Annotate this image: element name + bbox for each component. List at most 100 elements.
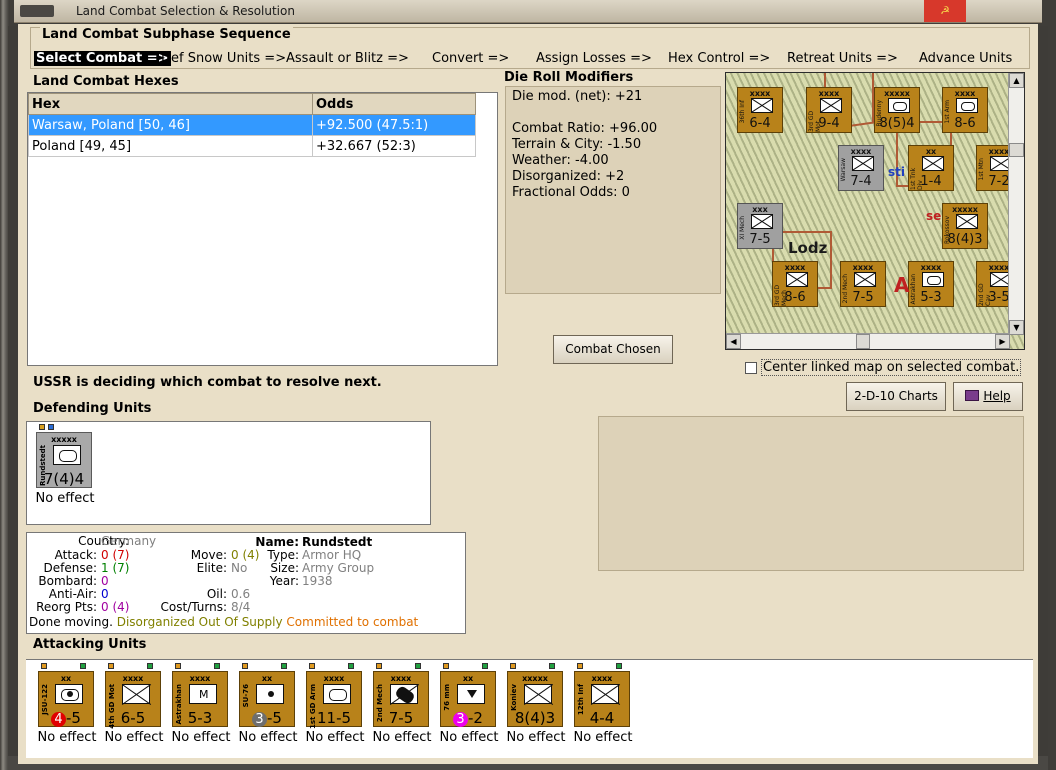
unit-effect: No effect — [238, 730, 298, 745]
phase-select-combat: Select Combat => — [34, 51, 171, 66]
map-counter[interactable]: xxxx 1st Arm 8-6 — [942, 87, 988, 133]
infantry-icon — [786, 272, 808, 287]
unit-size: xxxx — [390, 674, 412, 683]
counter-size: xxxx — [749, 89, 771, 98]
phase-sequence-title: Land Combat Subphase Sequence — [40, 27, 293, 42]
unit-effect: No effect — [372, 730, 432, 745]
unit-effect: No effect — [171, 730, 231, 745]
infantry-icon — [820, 98, 842, 113]
unit-strength: 8(4)3 — [514, 709, 556, 727]
map-vertical-scrollbar[interactable]: ▲ ▼ — [1008, 73, 1024, 335]
unit-size: xxxxx — [522, 674, 548, 683]
status-pip — [41, 663, 47, 669]
unit-counter[interactable]: xxxx 12th Inf 4-4 — [574, 671, 630, 727]
hexes-table[interactable]: Hex Odds Warsaw, Poland [50, 46] +92.500… — [27, 92, 498, 366]
counter-value: 6-4 — [749, 116, 771, 131]
unit-size: xxxx — [591, 674, 613, 683]
die-roll-spacer — [512, 105, 714, 121]
map-counter[interactable]: xxx XI Mech 7-5 — [737, 203, 783, 249]
scroll-up-icon[interactable]: ▲ — [1009, 73, 1024, 88]
window-menu-icon[interactable] — [20, 5, 54, 17]
counter-value: 9-4 — [818, 116, 840, 131]
scroll-left-icon[interactable]: ◀ — [726, 334, 741, 349]
combat-chosen-button[interactable]: Combat Chosen — [553, 335, 673, 364]
map-counter[interactable]: xxxx 36th Inf 6-4 — [737, 87, 783, 133]
die-roll-modifiers-panel: Die mod. (net): +21 Combat Ratio: +96.00… — [505, 86, 721, 294]
map-counter[interactable]: xxxxx Rokossov 8(4)3 — [942, 203, 988, 249]
year-label: Year: — [269, 574, 299, 588]
status-pip — [281, 663, 287, 669]
status-pip — [80, 663, 86, 669]
hex-cell[interactable]: Poland [49, 45] — [28, 135, 313, 157]
counter-value: 7-5 — [749, 232, 771, 247]
unit-size: xx — [462, 674, 474, 683]
status-pip — [39, 424, 45, 430]
combat-result-panel — [598, 416, 1024, 571]
map-counter[interactable]: xxxx Warsaw 7-4 — [838, 145, 884, 191]
town-label: Lodz — [788, 239, 828, 257]
counter-value: 8-6 — [784, 290, 806, 305]
linked-map[interactable]: xxxx 36th Inf 6-4 xxxx 3rd GD Mot 9-4 xxxxx B… — [725, 72, 1025, 350]
mountain-icon — [189, 684, 217, 704]
status-pip — [376, 663, 382, 669]
unit-counter[interactable]: xxxxx Rundstedt 7(4)4 — [36, 432, 92, 488]
map-counter[interactable]: xxxxx Budenny 8(5)4 — [874, 87, 920, 133]
scroll-thumb[interactable] — [856, 334, 870, 349]
armor-icon — [323, 684, 351, 704]
status-pip — [482, 663, 488, 669]
unit-counter[interactable]: xxxxx Koniev 8(4)3 — [507, 671, 563, 727]
unit-counter[interactable]: xxxx Astrakhan 5-3 — [172, 671, 228, 727]
center-map-checkbox[interactable] — [745, 362, 757, 374]
scroll-right-icon[interactable]: ▶ — [995, 334, 1010, 349]
unit-strength: 3 -5 — [240, 709, 294, 727]
armor-icon — [956, 98, 978, 113]
unit-counter[interactable]: xxxx 2nd Mech 7-5 — [373, 671, 429, 727]
map-horizontal-scrollbar[interactable]: ◀ ▶ — [726, 333, 1010, 349]
map-counter[interactable]: xxxx 3rd GD Mot 9-4 — [806, 87, 852, 133]
help-button[interactable]: Help — [953, 382, 1023, 411]
unit-strength: 7(4)4 — [43, 470, 85, 488]
column-header-hex[interactable]: Hex — [28, 93, 313, 115]
unit-counter[interactable]: xx JSU-122 4 -5 — [38, 671, 94, 727]
die-roll-title: Die Roll Modifiers — [504, 70, 634, 85]
phase-advance-units: Advance Units — [919, 51, 1013, 66]
status-pip — [549, 663, 555, 669]
done-moving-text: Done moving. Disorganized Out Of Supply … — [29, 615, 419, 629]
column-header-odds[interactable]: Odds — [312, 93, 476, 115]
map-counter[interactable]: xx 1st Tnk Div 1-4 — [908, 145, 954, 191]
unit-effect: No effect — [37, 730, 97, 745]
map-counter[interactable]: xxxx 2nd Mech 7-5 — [840, 261, 886, 307]
mechanized-icon — [390, 684, 418, 704]
counter-size: xxxx — [920, 263, 942, 272]
town-label: sti — [888, 165, 905, 179]
help-button-label: Help — [983, 389, 1011, 403]
table-row[interactable]: Warsaw, Poland [50, 46] +92.500 (47.5:1) — [28, 114, 476, 136]
counter-size: xx — [925, 147, 937, 156]
odds-cell[interactable]: +92.500 (47.5:1) — [312, 114, 476, 136]
table-row[interactable]: Poland [49, 45] +32.667 (52:3) — [28, 135, 476, 157]
odds-cell[interactable]: +32.667 (52:3) — [312, 135, 476, 157]
motorized-infantry-icon — [122, 684, 150, 704]
scroll-thumb[interactable] — [1009, 143, 1024, 157]
hex-cell[interactable]: Warsaw, Poland [50, 46] — [28, 114, 313, 136]
counter-value: 8(4)3 — [947, 232, 983, 247]
cost-value: 8/4 — [231, 600, 251, 614]
charts-button[interactable]: 2-D-10 Charts — [846, 382, 946, 411]
scroll-down-icon[interactable]: ▼ — [1009, 320, 1024, 335]
map-counter[interactable]: xxxx Astrakhan 5-3 — [908, 261, 954, 307]
counter-size: xxxx — [818, 89, 840, 98]
window-border-right — [1038, 26, 1048, 760]
hexes-title: Land Combat Hexes — [33, 74, 179, 89]
unit-size: xx — [261, 674, 273, 683]
phase-assign-losses: Assign Losses => — [536, 51, 652, 66]
unit-counter[interactable]: xx 76 mm 3 -2 — [440, 671, 496, 727]
unit-counter[interactable]: xxxx 4th GD Mot 6-5 — [105, 671, 161, 729]
close-button[interactable]: ☭ — [924, 0, 966, 22]
map-counter[interactable]: xxxx 3rd GD Mech 8-6 — [772, 261, 818, 307]
unit-counter[interactable]: xx SU-76 3 -5 — [239, 671, 295, 727]
counter-size: xxxxx — [884, 89, 910, 98]
center-map-label[interactable]: Center linked map on selected combat. — [761, 359, 1022, 376]
unit-counter[interactable]: xxxx 1st GD Arm 11-5 — [306, 671, 362, 729]
status-pip — [309, 663, 315, 669]
title-bar[interactable]: Land Combat Selection & Resolution ☭ — [14, 0, 1042, 23]
